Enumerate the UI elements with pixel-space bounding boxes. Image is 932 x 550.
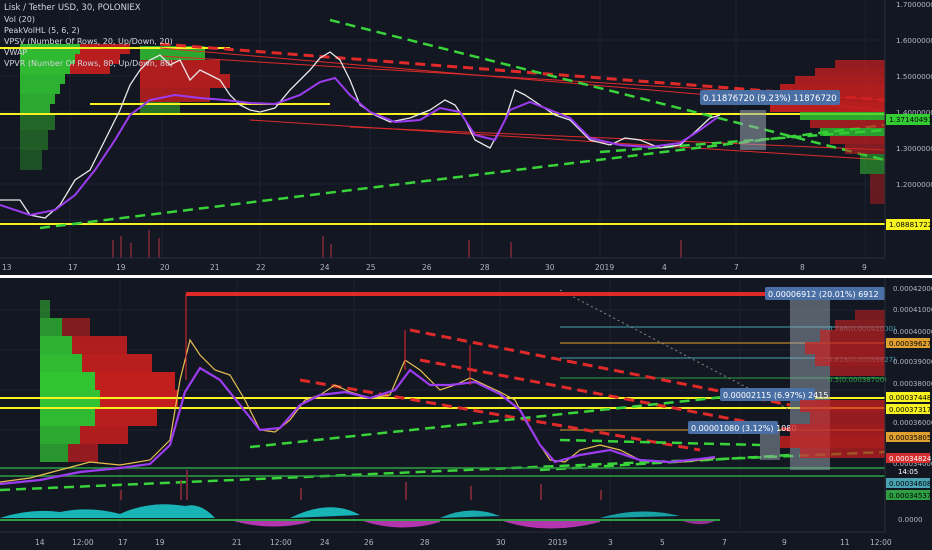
bottom-time-tick: 5 (660, 538, 665, 547)
trading-chart[interactable]: 0.11876720 (9.23%) 11876720 Lisk / Tethe… (0, 0, 932, 550)
bottom-price-tick: 0.00041000 (893, 306, 932, 314)
indicator-vpvr[interactable]: VPVR (Number Of Rows, 80, Up/Down, 80) (4, 59, 173, 68)
top-last-price-text: 1.37140491 (889, 115, 932, 124)
bottom-time-tick: 17 (118, 538, 128, 547)
bottom-measure-label-3: 0.00001080 (3.12%) 1080 (691, 424, 796, 433)
top-price-tick: 1.70000000 (896, 0, 932, 9)
bottom-time-tick: 24 (320, 538, 330, 547)
indicator-vpsv[interactable]: VPSV (Number Of Rows, 20, Up/Down, 20) (4, 37, 173, 46)
bottom-badge-text: 0.00035805 (889, 434, 931, 442)
bottom-price-tick: 0.00038000 (893, 380, 932, 388)
bottom-badge-text: 0.00034824 (889, 455, 932, 463)
pane-divider[interactable] (0, 275, 932, 278)
top-measure-box (740, 110, 766, 150)
indicator-vwap[interactable]: VWAP (4, 48, 27, 57)
oscillator-axis-tick: 0.0000 (898, 516, 923, 524)
top-time-tick: 4 (662, 263, 667, 272)
bottom-time-tick: 28 (420, 538, 430, 547)
top-time-tick: 20 (160, 263, 170, 272)
bottom-time-tick: 11 (840, 538, 850, 547)
countdown: 14:05 (898, 468, 918, 476)
top-time-tick: 30 (545, 263, 555, 272)
bottom-badge-text: 0.00034608 (889, 480, 931, 488)
top-time-tick: 28 (480, 263, 490, 272)
top-price-tick: 1.60000000 (896, 36, 932, 45)
top-low-text: 1.08881722 (889, 220, 932, 229)
bottom-price-tick: 0.00039000 (893, 358, 932, 366)
top-price-tick: 1.30000000 (896, 144, 932, 153)
top-time-tick: 19 (116, 263, 126, 272)
bottom-price-tick: 0.00036000 (893, 419, 932, 427)
bottom-time-tick: 19 (155, 538, 165, 547)
top-time-tick: 13 (2, 263, 12, 272)
top-time-tick: 26 (422, 263, 432, 272)
bottom-time-tick: 12:00 (870, 538, 892, 547)
top-time-tick: 21 (210, 263, 220, 272)
bottom-time-tick: 26 (364, 538, 374, 547)
bottom-time-tick: 12:00 (270, 538, 292, 547)
top-time-tick: 25 (366, 263, 376, 272)
bottom-time-tick: 7 (722, 538, 727, 547)
indicator-peakvolhl[interactable]: PeakVolHL (5, 6, 2) (4, 26, 80, 35)
bottom-time-tick: 9 (782, 538, 787, 547)
bottom-measure-label-2: 0.00002115 (6.97%) 2415 (723, 391, 828, 400)
top-measure-label: 0.11876720 (9.23%) 11876720 (703, 94, 837, 104)
indicator-vol[interactable]: Vol (20) (4, 15, 35, 24)
bottom-time-tick: 2019 (548, 538, 567, 547)
top-time-tick: 7 (734, 263, 739, 272)
bottom-badge-text: 0.00037317 (889, 406, 931, 414)
bottom-price-tick: 0.00042000 (893, 285, 932, 293)
bottom-time-tick: 21 (232, 538, 242, 547)
bottom-price-tick: 0.00040000 (893, 328, 932, 336)
top-price-tick: 1.20000000 (896, 180, 932, 189)
top-time-tick: 22 (256, 263, 266, 272)
bottom-time-tick: 3 (608, 538, 613, 547)
bottom-badge-text: 0.00034537 (889, 492, 931, 500)
fib-label: 0.5(0.00038700) (828, 376, 887, 384)
bottom-badge-text: 0.00039627 (889, 340, 931, 348)
top-title: Lisk / Tether USD, 30, POLONIEX (4, 3, 141, 13)
bottom-time-tick: 14 (35, 538, 45, 547)
top-time-tick: 2019 (595, 263, 614, 272)
top-time-tick: 17 (68, 263, 78, 272)
bottom-time-tick: 12:00 (72, 538, 94, 547)
bottom-badge-text: 0.00037448 (889, 394, 931, 402)
top-time-tick: 24 (320, 263, 330, 272)
top-time-tick: 8 (800, 263, 805, 272)
bottom-measure-box-small (760, 430, 780, 460)
top-price-tick: 1.50000000 (896, 72, 932, 81)
bottom-measure-label-1: 0.00006912 (20.01%) 6912 (768, 290, 879, 299)
bottom-time-tick: 30 (496, 538, 506, 547)
top-time-tick: 9 (862, 263, 867, 272)
